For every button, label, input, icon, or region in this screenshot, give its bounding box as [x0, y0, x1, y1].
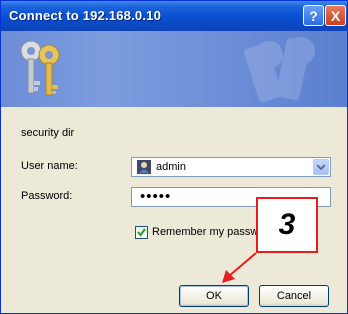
username-value: admin — [156, 161, 186, 173]
chevron-down-icon — [317, 164, 325, 170]
banner — [1, 31, 347, 107]
close-button[interactable]: X — [325, 5, 346, 26]
ok-label: OK — [206, 290, 222, 302]
username-label: User name: — [21, 160, 78, 172]
ok-button[interactable]: OK — [179, 285, 249, 307]
help-icon: ? — [309, 7, 318, 24]
checkmark-icon — [137, 228, 146, 237]
password-value: ••••• — [140, 188, 172, 205]
username-dropdown-button[interactable] — [313, 159, 329, 175]
cancel-label: Cancel — [276, 290, 312, 302]
user-icon — [137, 160, 151, 174]
help-button[interactable]: ? — [303, 5, 324, 26]
step-callout: 3 — [256, 197, 318, 253]
username-combobox[interactable]: admin — [131, 157, 331, 177]
cancel-button[interactable]: Cancel — [259, 285, 329, 307]
connect-dialog: Connect to 192.168.0.10 ? X security dir… — [0, 0, 348, 314]
remember-checkbox[interactable] — [135, 226, 148, 239]
close-icon: X — [330, 7, 341, 24]
password-label: Password: — [21, 190, 73, 202]
step-number: 3 — [278, 208, 296, 241]
title-bar[interactable]: Connect to 192.168.0.10 ? X — [1, 1, 347, 31]
realm-text: security dir — [21, 127, 75, 139]
remember-label: Remember my passw — [152, 226, 259, 238]
dialog-title: Connect to 192.168.0.10 — [9, 8, 161, 23]
keys-icon — [20, 37, 315, 103]
